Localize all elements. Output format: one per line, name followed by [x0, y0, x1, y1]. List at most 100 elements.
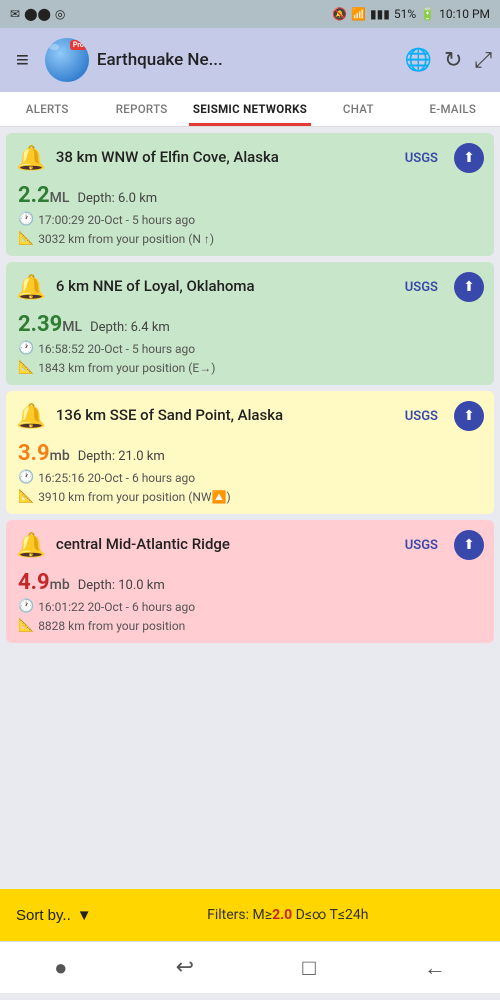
eq-card-header: 🔔 6 km NNE of Loyal, Oklahoma USGS ⬆: [6, 262, 494, 308]
earthquake-list: 🔔 38 km WNW of Elfin Cove, Alaska USGS ⬆…: [0, 127, 500, 889]
header-actions: 🌐 ↻ ⤢: [405, 48, 492, 73]
eq-location: central Mid-Atlantic Ridge: [56, 535, 395, 555]
sort-button[interactable]: Sort by.. ▼: [16, 907, 92, 924]
mute-icon: 🔕: [332, 7, 347, 21]
nav-back-arrow-icon[interactable]: ←: [424, 955, 446, 981]
eq-distance: 📐 3910 km from your position (NW🔼): [18, 489, 482, 504]
tab-chat[interactable]: CHAT: [311, 92, 405, 126]
share-icon: ⬆: [463, 279, 475, 295]
earthquake-card: 🔔 136 km SSE of Sand Point, Alaska USGS …: [6, 391, 494, 514]
wifi-icon: 📶: [351, 7, 366, 21]
direction-icon: 📐: [18, 360, 34, 375]
eq-magnitude: 3.9: [18, 441, 50, 466]
eq-distance: 📐 3032 km from your position (N ↑): [18, 231, 482, 246]
clock-time: 10:10 PM: [439, 7, 490, 21]
battery-icon: 🔋: [420, 7, 435, 21]
eq-depth: Depth: 21.0 km: [78, 449, 165, 464]
sort-filter-bar: Sort by.. ▼ Filters: M≥2.0 D≤∞ T≤24h: [0, 889, 500, 941]
eq-source[interactable]: USGS: [405, 538, 438, 553]
app-logo-wrap: Pro Earthquake Ne...: [45, 38, 397, 82]
status-bar: ✉ ⬤⬤ ◎ 🔕 📶 ▮▮▮ 51% 🔋 10:10 PM: [0, 0, 500, 28]
nav-dot-icon[interactable]: ●: [54, 955, 67, 981]
signal-dots: ⬤⬤: [24, 7, 51, 21]
earthquake-icon: 🔔: [16, 144, 46, 172]
clock-icon: 🕐: [18, 470, 34, 485]
nav-home-icon[interactable]: □: [302, 955, 315, 981]
eq-depth: Depth: 6.0 km: [77, 191, 157, 206]
eq-location: 6 km NNE of Loyal, Oklahoma: [56, 277, 395, 297]
eq-source[interactable]: USGS: [405, 409, 438, 424]
share-button[interactable]: ⬆: [454, 530, 484, 560]
eq-mag-type: mb: [50, 448, 70, 464]
filter-suffix: D≤∞ T≤24h: [292, 907, 368, 923]
app-header: ≡ Pro Earthquake Ne... 🌐 ↻ ⤢: [0, 28, 500, 92]
eq-card-body: 4.9mb Depth: 10.0 km 🕐 16:01:22 20-Oct - …: [6, 566, 494, 643]
eq-depth: Depth: 10.0 km: [78, 578, 165, 593]
eq-mag-type: ML: [62, 319, 82, 335]
direction-icon: 📐: [18, 231, 34, 246]
share-icon: ⬆: [463, 150, 475, 166]
earthquake-icon: 🔔: [16, 402, 46, 430]
refresh-icon[interactable]: ↻: [444, 48, 462, 73]
earthquake-card: 🔔 6 km NNE of Loyal, Oklahoma USGS ⬆ 2.3…: [6, 262, 494, 385]
tab-emails[interactable]: E-MAILS: [406, 92, 500, 126]
earthquake-icon: 🔔: [16, 531, 46, 559]
menu-icon[interactable]: ≡: [8, 39, 37, 81]
eq-distance: 📐 1843 km from your position (E→): [18, 360, 482, 375]
eq-magnitude: 4.9: [18, 570, 50, 595]
tab-alerts[interactable]: ALERTS: [0, 92, 94, 126]
eq-source[interactable]: USGS: [405, 280, 438, 295]
eq-location: 38 km WNW of Elfin Cove, Alaska: [56, 148, 395, 168]
eq-magnitude: 2.2: [18, 183, 50, 208]
globe-icon: Pro: [45, 38, 89, 82]
dropdown-arrow-icon: ▼: [77, 907, 92, 924]
earthquake-card: 🔔 38 km WNW of Elfin Cove, Alaska USGS ⬆…: [6, 133, 494, 256]
tab-reports[interactable]: REPORTS: [94, 92, 188, 126]
eq-time: 🕐 16:25:16 20-Oct - 6 hours ago: [18, 470, 482, 485]
clock-icon: 🕐: [18, 212, 34, 227]
direction-icon: 📐: [18, 489, 34, 504]
eq-card-body: 2.39MLDepth: 6.4 km 🕐 16:58:52 20-Oct - …: [6, 308, 494, 385]
filter-display: Filters: M≥2.0 D≤∞ T≤24h: [92, 907, 484, 923]
tab-bar: ALERTS REPORTS SEISMIC NETWORKS CHAT E-M…: [0, 92, 500, 127]
nav-back-icon[interactable]: ↩: [176, 955, 194, 980]
signal-bars: ▮▮▮: [370, 7, 390, 21]
clock-icon: 🕐: [18, 599, 34, 614]
battery-level: 51%: [394, 7, 416, 21]
eq-card-body: 2.2MLDepth: 6.0 km 🕐 17:00:29 20-Oct - 5…: [6, 179, 494, 256]
eq-location: 136 km SSE of Sand Point, Alaska: [56, 406, 395, 426]
gps-icon: ◎: [55, 7, 65, 21]
filter-prefix: Filters: M≥: [207, 907, 272, 923]
sort-label: Sort by..: [16, 907, 71, 924]
eq-card-body: 3.9mb Depth: 21.0 km 🕐 16:25:16 20-Oct - …: [6, 437, 494, 514]
status-left: ✉ ⬤⬤ ◎: [10, 7, 65, 21]
filter-magnitude: 2.0: [272, 907, 292, 923]
eq-card-header: 🔔 38 km WNW of Elfin Cove, Alaska USGS ⬆: [6, 133, 494, 179]
eq-magnitude: 2.39: [18, 312, 62, 337]
eq-mag-type: mb: [50, 577, 70, 593]
nav-bar: ● ↩ □ ←: [0, 941, 500, 993]
share-button[interactable]: ⬆: [454, 401, 484, 431]
expand-icon[interactable]: ⤢: [474, 48, 492, 73]
clock-icon: 🕐: [18, 341, 34, 356]
mail-icon: ✉: [10, 7, 20, 21]
app-title: Earthquake Ne...: [97, 50, 223, 70]
eq-time: 🕐 16:01:22 20-Oct - 6 hours ago: [18, 599, 482, 614]
eq-card-header: 🔔 central Mid-Atlantic Ridge USGS ⬆: [6, 520, 494, 566]
share-icon: ⬆: [463, 537, 475, 553]
share-button[interactable]: ⬆: [454, 272, 484, 302]
share-button[interactable]: ⬆: [454, 143, 484, 173]
share-icon: ⬆: [463, 408, 475, 424]
tab-seismic-networks[interactable]: SEISMIC NETWORKS: [189, 92, 311, 126]
status-right: 🔕 📶 ▮▮▮ 51% 🔋 10:10 PM: [332, 7, 490, 21]
earthquake-card: 🔔 central Mid-Atlantic Ridge USGS ⬆ 4.9m…: [6, 520, 494, 643]
eq-time: 🕐 17:00:29 20-Oct - 5 hours ago: [18, 212, 482, 227]
globe-action-icon[interactable]: 🌐: [405, 48, 432, 73]
eq-source[interactable]: USGS: [405, 151, 438, 166]
eq-card-header: 🔔 136 km SSE of Sand Point, Alaska USGS …: [6, 391, 494, 437]
earthquake-icon: 🔔: [16, 273, 46, 301]
eq-time: 🕐 16:58:52 20-Oct - 5 hours ago: [18, 341, 482, 356]
eq-distance: 📐 8828 km from your position: [18, 618, 482, 633]
pro-badge: Pro: [70, 40, 87, 50]
direction-icon: 📐: [18, 618, 34, 633]
